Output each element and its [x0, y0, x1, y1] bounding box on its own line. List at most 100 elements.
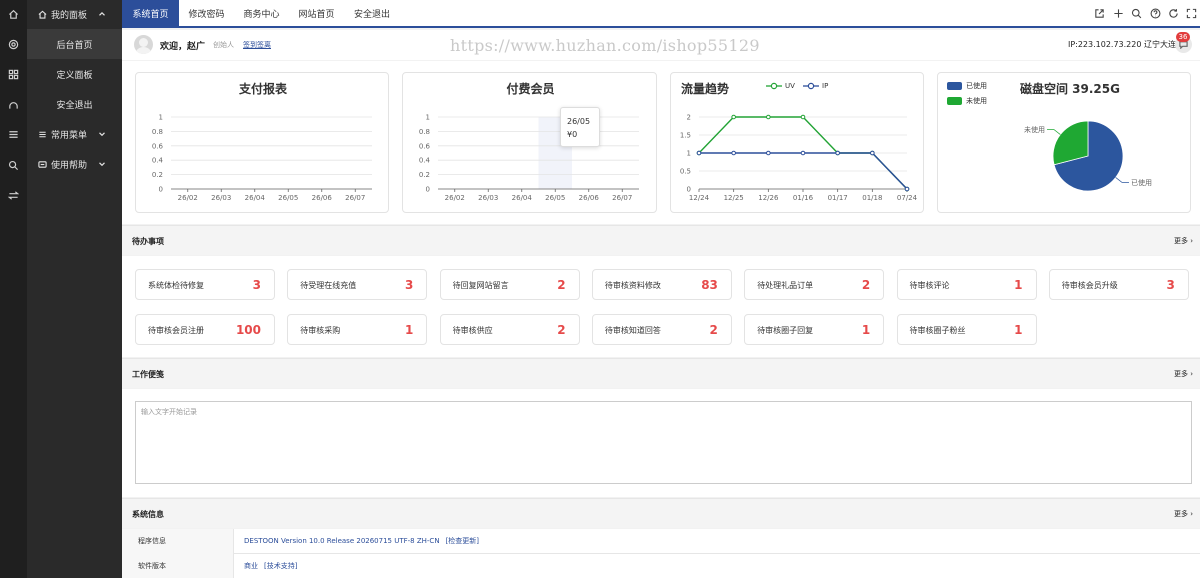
tab-website-home[interactable]: 网站首页: [289, 0, 344, 26]
swap-icon[interactable]: [0, 185, 27, 205]
tech-support-link[interactable]: [技术支持]: [264, 562, 297, 570]
home-icon: [38, 10, 47, 19]
disk-space-card: 已使用 未使用 磁盘空间 39.25G 已使用 未使用: [937, 72, 1191, 213]
program-version[interactable]: DESTOON Version 10.0 Release 20260715 UT…: [244, 537, 440, 545]
info-value: 商业 [技术支持]: [244, 554, 303, 578]
sidebar: 我的面板 后台首页 定义面板 安全退出 常用菜单 使用帮助: [27, 0, 122, 578]
todo-section-header: 待办事项 更多 ›: [122, 225, 1200, 255]
x-tick-label: 26/06: [312, 194, 333, 202]
todo-count: 1: [861, 323, 871, 337]
todo-item[interactable]: 待处理礼品订单 2: [744, 269, 885, 300]
welcome-greeting: 欢迎，赵广: [160, 42, 206, 52]
y-tick-label: 0.5: [680, 168, 691, 176]
data-point-uv: [766, 114, 771, 120]
sidebar-item-label: 后台首页: [56, 40, 93, 51]
sidebar-group-main[interactable]: 我的面板: [27, 0, 122, 29]
more-label: 更多: [1173, 237, 1188, 245]
sysinfo-section-header: 系统信息 更多 ›: [122, 498, 1200, 528]
todo-item[interactable]: 待审核会员升级 3: [1048, 269, 1189, 300]
y-tick-label: 0.6: [419, 142, 431, 150]
todo-item[interactable]: 待审核圈子回复 1: [744, 314, 885, 345]
tab-change-password[interactable]: 修改密码: [179, 0, 234, 26]
message-badge: 36: [1176, 32, 1190, 42]
target-icon[interactable]: [0, 34, 27, 54]
todo-item[interactable]: 系统体检待修复 3: [135, 269, 275, 300]
chevron-up-icon: [99, 11, 105, 16]
search-icon[interactable]: [0, 155, 27, 175]
todo-label: 待审核供应: [452, 326, 493, 335]
x-tick-label: 26/05: [545, 194, 565, 202]
chart-tooltip: 26/05 ¥0: [560, 107, 600, 147]
sidebar-group-help[interactable]: 使用帮助: [27, 150, 122, 179]
y-tick-label: 1: [426, 114, 430, 122]
todo-label: 待受理在线充值: [300, 281, 357, 290]
pie-label: 未使用: [1024, 125, 1045, 134]
section-title: 工作便笺: [132, 370, 164, 379]
software-edition[interactable]: 商业: [244, 562, 258, 570]
todo-item[interactable]: 待审核会员注册 100: [135, 314, 275, 345]
notes-input[interactable]: [135, 401, 1192, 484]
user-role: 创始人: [213, 41, 234, 49]
todo-item[interactable]: 待审核采购 1: [287, 314, 428, 345]
table-row: 软件版本 商业 [技术支持]: [122, 554, 1200, 578]
x-tick-label: 26/03: [478, 194, 498, 202]
menu-icon[interactable]: [0, 124, 27, 144]
todo-item[interactable]: 待受理在线充值 3: [287, 269, 428, 300]
user-icon[interactable]: [0, 94, 27, 114]
charts-area: 支付报表 1 0.8 0.6 0.4 0.2 0 26/02 26/03 26/04 26/05 2…: [122, 61, 1200, 224]
y-tick-label: 0.4: [419, 157, 431, 165]
more-link[interactable]: 更多 ›: [1174, 509, 1193, 519]
sidebar-group-common[interactable]: 常用菜单: [27, 120, 122, 149]
todo-label: 待审核会员升级: [1061, 281, 1118, 290]
pie-leader-line: [1047, 129, 1061, 135]
paid-member-chart: 1 0.8 0.6 0.4 0.2 0 26/02 26/03 26/04 26/05 26/06 2…: [419, 114, 639, 202]
top-bar: 系统首页 修改密码 商务中心 网站首页 安全退出: [122, 0, 1200, 28]
sysinfo-table: 程序信息 DESTOON Version 10.0 Release 202607…: [122, 529, 1200, 578]
check-update-link[interactable]: [检查更新]: [446, 537, 479, 545]
todo-item[interactable]: 待审核知道回答 2: [591, 314, 732, 345]
sidebar-item-custom-panel[interactable]: 定义面板: [27, 59, 122, 89]
data-point-ip: [766, 150, 771, 156]
fullscreen-icon[interactable]: [1186, 8, 1197, 19]
sidebar-item-logout[interactable]: 安全退出: [27, 89, 122, 119]
info-key: 程序信息: [122, 529, 234, 554]
todo-item[interactable]: 待回复网站留言 2: [439, 269, 580, 300]
y-tick-label: 0.4: [152, 157, 164, 165]
todo-item[interactable]: 待审核圈子粉丝 1: [896, 314, 1037, 345]
todo-item[interactable]: 待审核评论 1: [896, 269, 1037, 300]
y-tick-label: 0.2: [152, 171, 163, 179]
data-point-ip: [904, 186, 910, 192]
todo-item[interactable]: 待审核资料修改 83: [591, 269, 732, 300]
tab-system-home[interactable]: 系统首页: [122, 0, 179, 26]
refresh-icon[interactable]: [1168, 8, 1179, 19]
y-tick-label: 0.2: [419, 171, 430, 179]
disk-space-chart: 已使用 未使用: [1024, 120, 1152, 192]
todo-label: 待审核采购: [300, 326, 341, 335]
sign-in-link[interactable]: 签到签离: [243, 40, 271, 50]
y-tick-label: 0: [687, 186, 691, 194]
x-tick-label: 26/02: [445, 194, 465, 202]
todo-label: 待审核会员注册: [148, 326, 204, 335]
tooltip-value: ¥0: [567, 130, 578, 139]
plus-icon[interactable]: [1113, 8, 1124, 19]
home-icon[interactable]: [0, 4, 27, 24]
todo-count: 1: [1014, 323, 1023, 337]
grid-icon[interactable]: [0, 64, 27, 84]
sidebar-item-dashboard[interactable]: 后台首页: [27, 29, 122, 59]
welcome-bar: 欢迎，赵广 创始人 签到签离 https://www.huzhan.com/is…: [122, 30, 1200, 60]
tab-logout[interactable]: 安全退出: [344, 0, 400, 26]
y-tick-label: 0.6: [152, 142, 164, 150]
more-link[interactable]: 更多 ›: [1174, 236, 1193, 246]
search-icon[interactable]: [1131, 8, 1142, 19]
more-link[interactable]: 更多 ›: [1174, 369, 1193, 379]
x-tick-label: 26/07: [345, 194, 365, 202]
data-point-ip: [835, 150, 840, 156]
todo-count: 3: [252, 278, 261, 292]
sidebar-item-label: 安全退出: [56, 100, 93, 111]
todo-item[interactable]: 待审核供应 2: [439, 314, 580, 345]
tab-business-center[interactable]: 商务中心: [234, 0, 289, 26]
x-tick-label: 12/25: [724, 194, 744, 202]
avatar[interactable]: [134, 35, 153, 54]
external-link-icon[interactable]: [1094, 8, 1105, 19]
help-icon[interactable]: [1150, 8, 1161, 19]
